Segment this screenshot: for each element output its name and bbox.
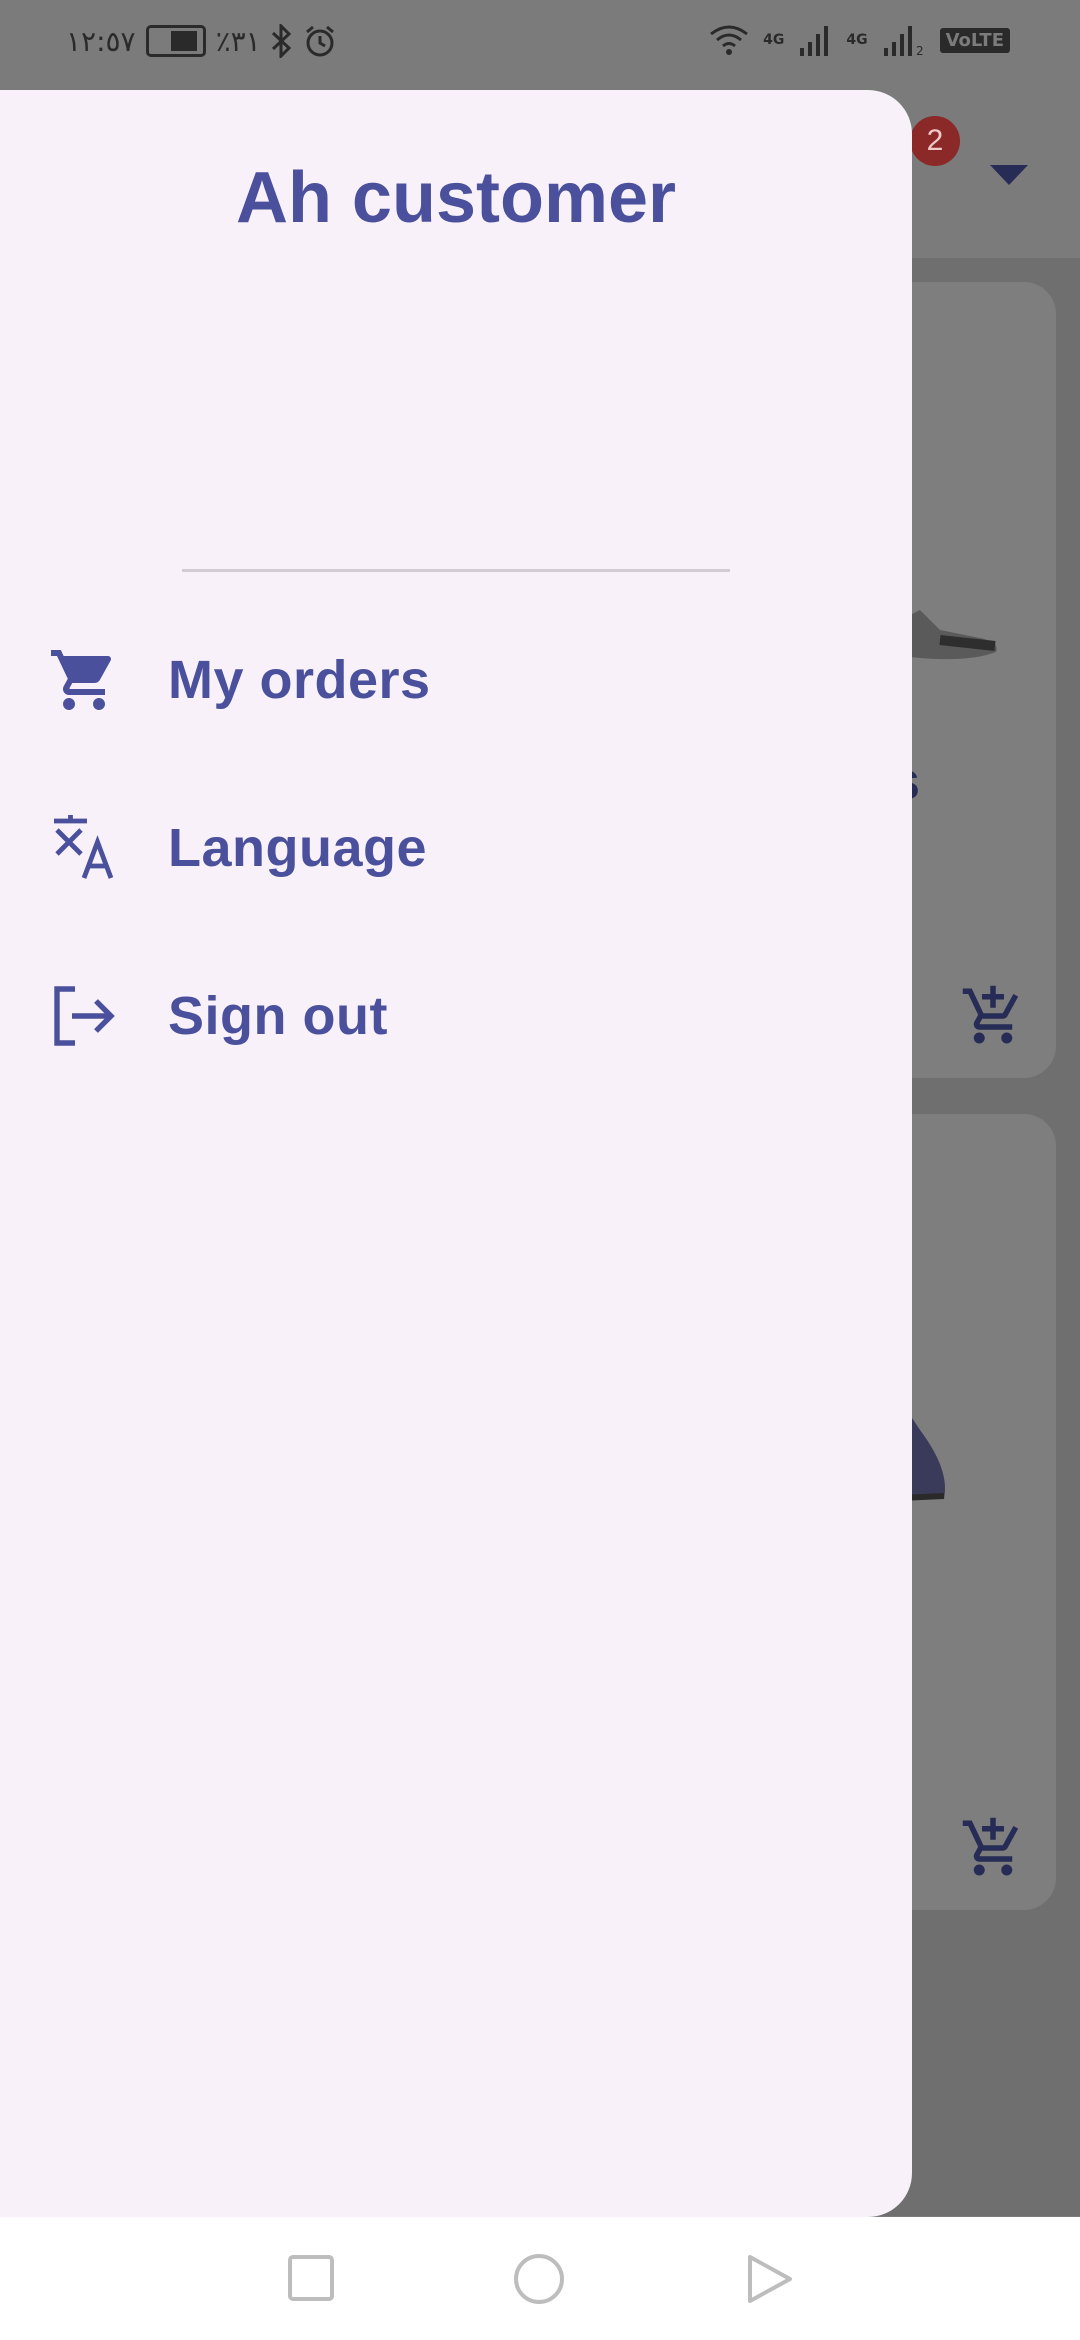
menu-item-my-orders[interactable]: My orders [0,620,912,740]
network-type-2: 4G [846,32,868,48]
home-icon[interactable] [513,2253,565,2305]
translate-icon [54,815,114,879]
logout-icon [54,986,115,1046]
back-icon[interactable] [744,2253,796,2305]
add-to-cart-icon[interactable] [960,983,1026,1049]
shopping-cart-icon [51,650,112,710]
battery-icon [145,25,206,57]
system-navigation-bar [0,2217,1080,2340]
menu-item-label: Language [168,818,428,878]
wifi-icon [710,25,749,55]
battery-percent: ٪٣١ [215,24,261,58]
menu-item-sign-out[interactable]: Sign out [0,956,912,1076]
bluetooth-icon [271,24,291,58]
menu-item-label: My orders [168,650,431,710]
signal-icon [800,26,829,56]
network-type-1: 4G [763,32,785,48]
drawer-divider [182,569,730,572]
shoe-image [900,610,997,660]
status-bar: ١٢:٥٧ ٪٣١ 4G 4G 2 VoLTE [0,0,1080,90]
volte-badge: VoLTE [939,27,1010,53]
dropdown-arrow-icon[interactable] [990,165,1028,185]
menu-item-label: Sign out [168,986,388,1046]
status-right: 4G 4G 2 VoLTE [709,24,1010,56]
menu-item-language[interactable]: Language [0,788,912,908]
svg-text:2: 2 [916,44,924,56]
signal-icon-2: 2 [883,26,924,56]
status-left: ١٢:٥٧ ٪٣١ [66,24,337,58]
navigation-drawer: Ah customer My orders Language Sign out [0,90,912,2217]
cart-badge: 2 [910,116,960,166]
status-time: ١٢:٥٧ [66,24,136,58]
recent-apps-icon[interactable] [286,2253,338,2305]
add-to-cart-icon[interactable] [960,1815,1026,1881]
alarm-icon [305,25,334,57]
drawer-header-title: Ah customer [235,158,677,238]
